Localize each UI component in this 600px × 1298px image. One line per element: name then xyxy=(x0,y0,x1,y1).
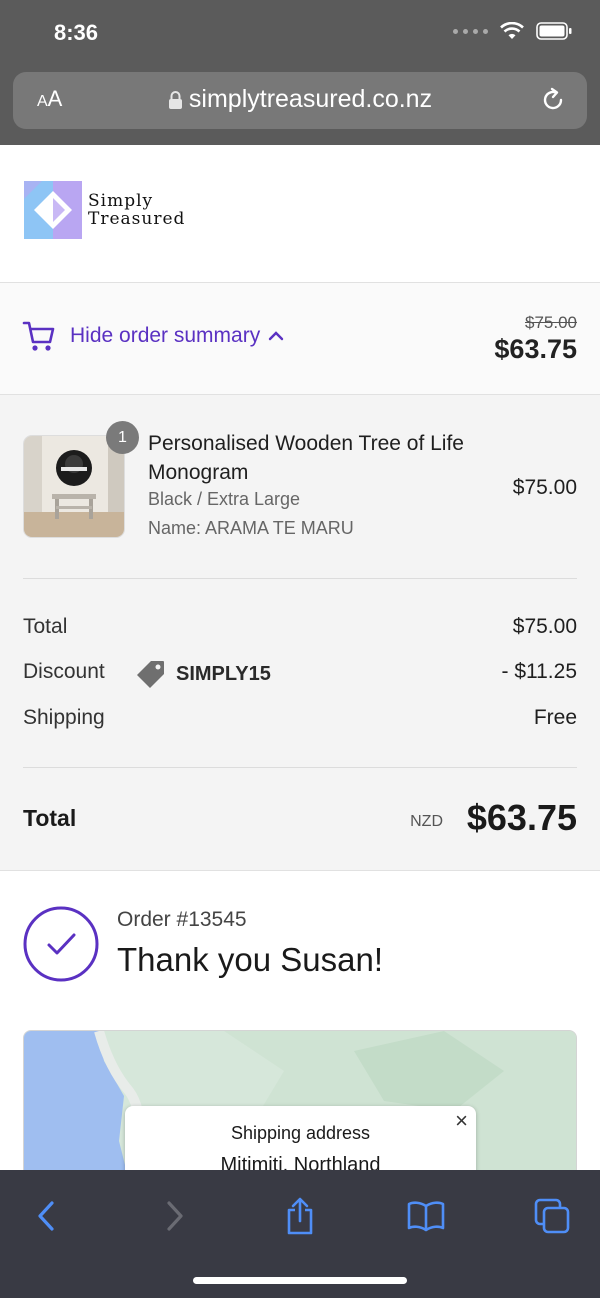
shipping-label: Shipping xyxy=(23,706,105,729)
subtotal-value: $75.00 xyxy=(512,615,577,638)
thank-you-heading: Thank you Susan! xyxy=(117,941,383,978)
signal-dots-icon xyxy=(453,28,488,34)
order-summary-toggle[interactable]: Hide order summary $75.00 $63.75 xyxy=(0,283,600,395)
tabs-icon xyxy=(534,1198,570,1234)
divider xyxy=(23,578,577,579)
product-variant: Black / Extra Large xyxy=(148,489,301,509)
subtotal-label: Total xyxy=(23,615,68,638)
summary-price: $63.75 xyxy=(494,334,577,364)
currency-code: NZD xyxy=(410,813,443,830)
address-bar[interactable]: AA simplytreasured.co.nz xyxy=(13,72,587,129)
discount-code-text: SIMPLY15 xyxy=(176,662,271,685)
share-button[interactable] xyxy=(278,1196,322,1236)
chevron-up-icon xyxy=(269,331,284,341)
discount-label: Discount xyxy=(23,660,105,683)
total-label: Total xyxy=(23,805,77,831)
logo-line-1: Simply xyxy=(88,191,154,211)
home-indicator xyxy=(193,1277,407,1284)
back-button[interactable] xyxy=(24,1196,68,1236)
product-title: Personalised Wooden Tree of Life Monogra… xyxy=(148,432,464,484)
tag-icon xyxy=(137,661,164,688)
tabs-button[interactable] xyxy=(530,1196,574,1236)
discount-value: - $11.25 xyxy=(501,660,578,683)
quantity-badge: 1 xyxy=(106,421,139,454)
url-text: simplytreasured.co.nz xyxy=(188,85,433,113)
browser-top-bar: 8:36 AA simplytreasured.co.nz xyxy=(0,0,600,145)
logo-mark-icon xyxy=(24,181,82,239)
toggle-label[interactable]: Hide order summary xyxy=(70,324,260,348)
battery-icon xyxy=(536,22,572,40)
order-summary: 1 Personalised Wooden Tree of Life Monog… xyxy=(0,395,600,871)
popup-title: Shipping address xyxy=(230,1123,371,1143)
forward-icon xyxy=(167,1201,183,1231)
share-icon xyxy=(287,1197,313,1235)
product-thumbnail xyxy=(23,435,125,538)
close-icon[interactable]: × xyxy=(455,1110,468,1132)
forward-button[interactable] xyxy=(153,1196,197,1236)
checkmark-icon xyxy=(23,906,99,982)
order-number: Order #13545 xyxy=(117,908,247,931)
cart-icon xyxy=(22,321,55,351)
lock-icon xyxy=(168,91,182,110)
back-icon xyxy=(38,1201,54,1231)
status-time: 8:36 xyxy=(54,20,99,45)
bookmarks-button[interactable] xyxy=(404,1196,448,1236)
product-personalisation: Name: ARAMA TE MARU xyxy=(148,518,354,538)
wifi-icon xyxy=(500,22,524,39)
status-icons xyxy=(453,22,572,40)
grand-total: $63.75 xyxy=(466,797,577,838)
product-price: $75.00 xyxy=(512,476,577,499)
browser-bottom-toolbar xyxy=(0,1170,600,1298)
bookmarks-icon xyxy=(407,1201,445,1232)
divider xyxy=(23,767,577,768)
store-header: Simply Treasured xyxy=(0,145,600,283)
shipping-value: Free xyxy=(533,706,577,729)
logo-line-2: Treasured xyxy=(88,209,186,229)
reload-icon[interactable] xyxy=(539,86,567,114)
discount-code: SIMPLY15 xyxy=(136,659,271,689)
store-logo[interactable]: Simply Treasured xyxy=(24,181,185,239)
original-price: $75.00 xyxy=(525,313,577,332)
